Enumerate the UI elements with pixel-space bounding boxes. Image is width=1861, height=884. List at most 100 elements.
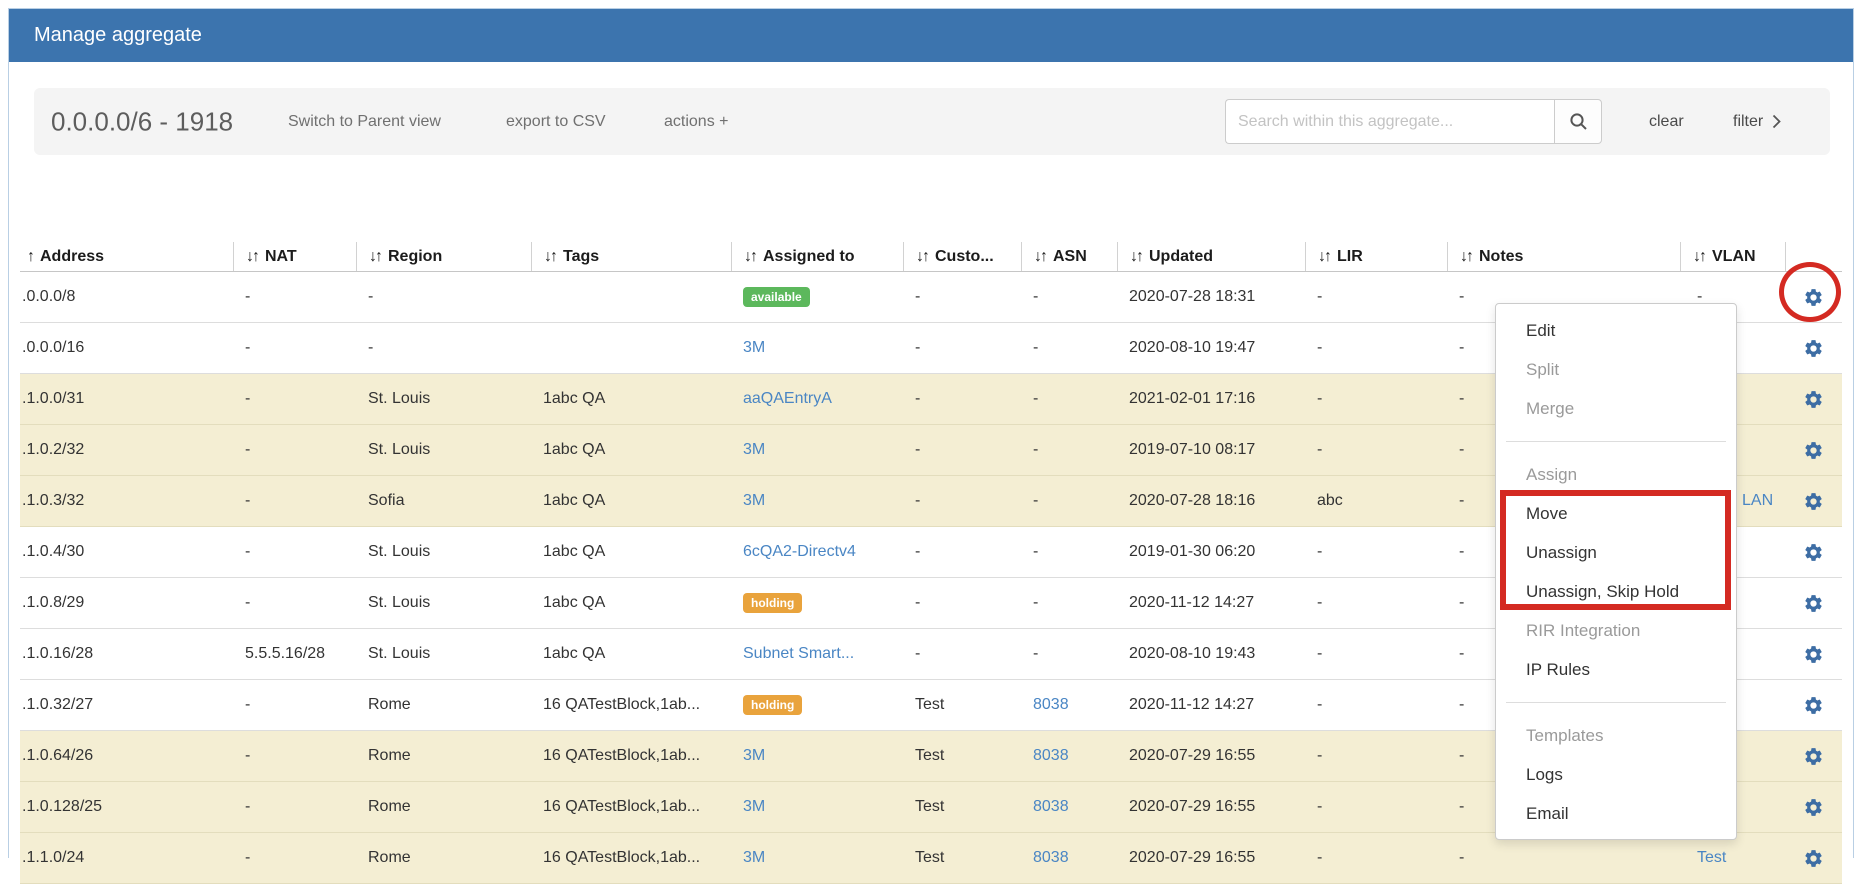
sort-icon: ↓↑ bbox=[1318, 248, 1330, 266]
cell-customer: - bbox=[903, 425, 1021, 475]
assigned-to-link[interactable]: 3M bbox=[743, 798, 765, 816]
row-actions-button[interactable] bbox=[1803, 848, 1824, 869]
cell-asn: 8038 bbox=[1021, 782, 1117, 832]
asn-link[interactable]: 8038 bbox=[1033, 696, 1069, 714]
cell-lir: - bbox=[1305, 629, 1447, 679]
column-header-updated[interactable]: ↓↑ Updated bbox=[1117, 242, 1305, 271]
table-header-row: ↑Address↓↑NAT↓↑Region↓↑Tags↓↑Assigned to… bbox=[20, 242, 1842, 272]
row-actions-button[interactable] bbox=[1803, 491, 1824, 512]
sort-icon: ↓↑ bbox=[1034, 248, 1046, 266]
menu-item-unassign[interactable]: Unassign bbox=[1496, 533, 1736, 572]
asn-link[interactable]: 8038 bbox=[1033, 747, 1069, 765]
cell-assigned-to: holding bbox=[731, 578, 903, 628]
cell-tags: 16 QATestBlock,1ab... bbox=[531, 833, 731, 883]
row-actions-button[interactable] bbox=[1803, 593, 1824, 614]
column-label: LIR bbox=[1337, 248, 1363, 266]
column-header-nat[interactable]: ↓↑NAT bbox=[233, 242, 356, 271]
cell-row-actions bbox=[1785, 425, 1841, 475]
menu-item-edit[interactable]: Edit bbox=[1496, 311, 1736, 350]
column-header-address[interactable]: ↑Address bbox=[20, 242, 233, 271]
sort-icon: ↓↑ bbox=[1130, 248, 1142, 266]
assigned-to-link[interactable]: 3M bbox=[743, 339, 765, 357]
cell-tags: 1abc QA bbox=[531, 374, 731, 424]
assigned-to-link[interactable]: 3M bbox=[743, 492, 765, 510]
menu-item-logs[interactable]: Logs bbox=[1496, 755, 1736, 794]
status-badge: holding bbox=[743, 593, 802, 613]
assigned-to-link[interactable]: 3M bbox=[743, 849, 765, 867]
sort-icon: ↓↑ bbox=[916, 248, 928, 266]
cell-updated: 2020-07-28 18:16 bbox=[1117, 476, 1305, 526]
assigned-to-link[interactable]: 3M bbox=[743, 441, 765, 459]
column-header-lir[interactable]: ↓↑ LIR bbox=[1305, 242, 1447, 271]
search-group bbox=[1225, 99, 1602, 144]
cell-row-actions bbox=[1785, 782, 1841, 832]
cell-row-actions bbox=[1785, 833, 1841, 883]
menu-item-assign[interactable]: Assign bbox=[1496, 455, 1736, 494]
column-label: Notes bbox=[1479, 248, 1523, 266]
column-header-notes[interactable]: ↓↑Notes bbox=[1447, 242, 1680, 271]
column-header-vlan[interactable]: ↓↑VLAN bbox=[1680, 242, 1785, 271]
cell-customer: - bbox=[903, 527, 1021, 577]
cell-customer: Test bbox=[903, 680, 1021, 730]
asn-link[interactable]: 8038 bbox=[1033, 798, 1069, 816]
filter-button[interactable]: filter bbox=[1733, 113, 1781, 131]
cell-lir: - bbox=[1305, 527, 1447, 577]
row-actions-button[interactable] bbox=[1803, 746, 1824, 767]
search-input[interactable] bbox=[1225, 99, 1554, 144]
cell-row-actions bbox=[1785, 731, 1841, 781]
menu-item-email[interactable]: Email bbox=[1496, 794, 1736, 833]
cell-tags bbox=[531, 323, 731, 373]
column-header-tags[interactable]: ↓↑Tags bbox=[531, 242, 731, 271]
cell-lir: - bbox=[1305, 731, 1447, 781]
search-button[interactable] bbox=[1554, 99, 1602, 144]
assigned-to-link[interactable]: Subnet Smart... bbox=[743, 645, 854, 663]
cell-address: .1.0.8/29 bbox=[20, 578, 233, 628]
row-actions-button[interactable] bbox=[1803, 338, 1824, 359]
column-header-actions bbox=[1785, 242, 1841, 271]
menu-item-split[interactable]: Split bbox=[1496, 350, 1736, 389]
row-actions-button[interactable] bbox=[1803, 542, 1824, 563]
asn-link[interactable]: 8038 bbox=[1033, 849, 1069, 867]
status-badge: holding bbox=[743, 695, 802, 715]
cell-nat: - bbox=[233, 374, 356, 424]
column-label: Updated bbox=[1149, 248, 1213, 266]
column-header-region[interactable]: ↓↑Region bbox=[356, 242, 531, 271]
assigned-to-link[interactable]: 6cQA2-Directv4 bbox=[743, 543, 856, 561]
row-actions-button[interactable] bbox=[1803, 440, 1824, 461]
menu-item-merge[interactable]: Merge bbox=[1496, 389, 1736, 428]
menu-divider bbox=[1506, 702, 1726, 703]
cell-customer: - bbox=[903, 476, 1021, 526]
row-actions-button[interactable] bbox=[1803, 644, 1824, 665]
row-actions-button[interactable] bbox=[1803, 695, 1824, 716]
cell-assigned-to: 3M bbox=[731, 731, 903, 781]
column-header-assigned-to[interactable]: ↓↑Assigned to bbox=[731, 242, 903, 271]
cell-tags: 1abc QA bbox=[531, 578, 731, 628]
aggregate-label: 0.0.0.0/6 - 1918 bbox=[51, 106, 233, 137]
menu-item-move[interactable]: Move bbox=[1496, 494, 1736, 533]
actions-menu-link[interactable]: actions + bbox=[664, 113, 728, 131]
cell-customer: - bbox=[903, 374, 1021, 424]
cell-region: Rome bbox=[356, 782, 531, 832]
row-actions-button[interactable] bbox=[1803, 287, 1824, 308]
cell-assigned-to: 3M bbox=[731, 425, 903, 475]
assigned-to-link[interactable]: aaQAEntryA bbox=[743, 390, 832, 408]
sort-icon: ↓↑ bbox=[544, 248, 556, 266]
export-csv-link[interactable]: export to CSV bbox=[506, 113, 606, 131]
cell-tags: 16 QATestBlock,1ab... bbox=[531, 731, 731, 781]
row-actions-button[interactable] bbox=[1803, 797, 1824, 818]
switch-parent-view-link[interactable]: Switch to Parent view bbox=[288, 113, 441, 131]
cell-address: .1.0.2/32 bbox=[20, 425, 233, 475]
column-header-asn[interactable]: ↓↑ASN bbox=[1021, 242, 1117, 271]
menu-item-templates[interactable]: Templates bbox=[1496, 716, 1736, 755]
cell-customer: Test bbox=[903, 731, 1021, 781]
clear-button[interactable]: clear bbox=[1649, 113, 1684, 131]
column-header-custo[interactable]: ↓↑Custo... bbox=[903, 242, 1021, 271]
vlan-link[interactable]: Test bbox=[1697, 849, 1726, 867]
menu-item-unassign-skip-hold[interactable]: Unassign, Skip Hold bbox=[1496, 572, 1736, 611]
menu-item-ip-rules[interactable]: IP Rules bbox=[1496, 650, 1736, 689]
vlan-link[interactable]: LAN bbox=[1742, 492, 1773, 510]
menu-item-rir-integration[interactable]: RIR Integration bbox=[1496, 611, 1736, 650]
gear-icon bbox=[1803, 848, 1824, 869]
row-actions-button[interactable] bbox=[1803, 389, 1824, 410]
assigned-to-link[interactable]: 3M bbox=[743, 747, 765, 765]
